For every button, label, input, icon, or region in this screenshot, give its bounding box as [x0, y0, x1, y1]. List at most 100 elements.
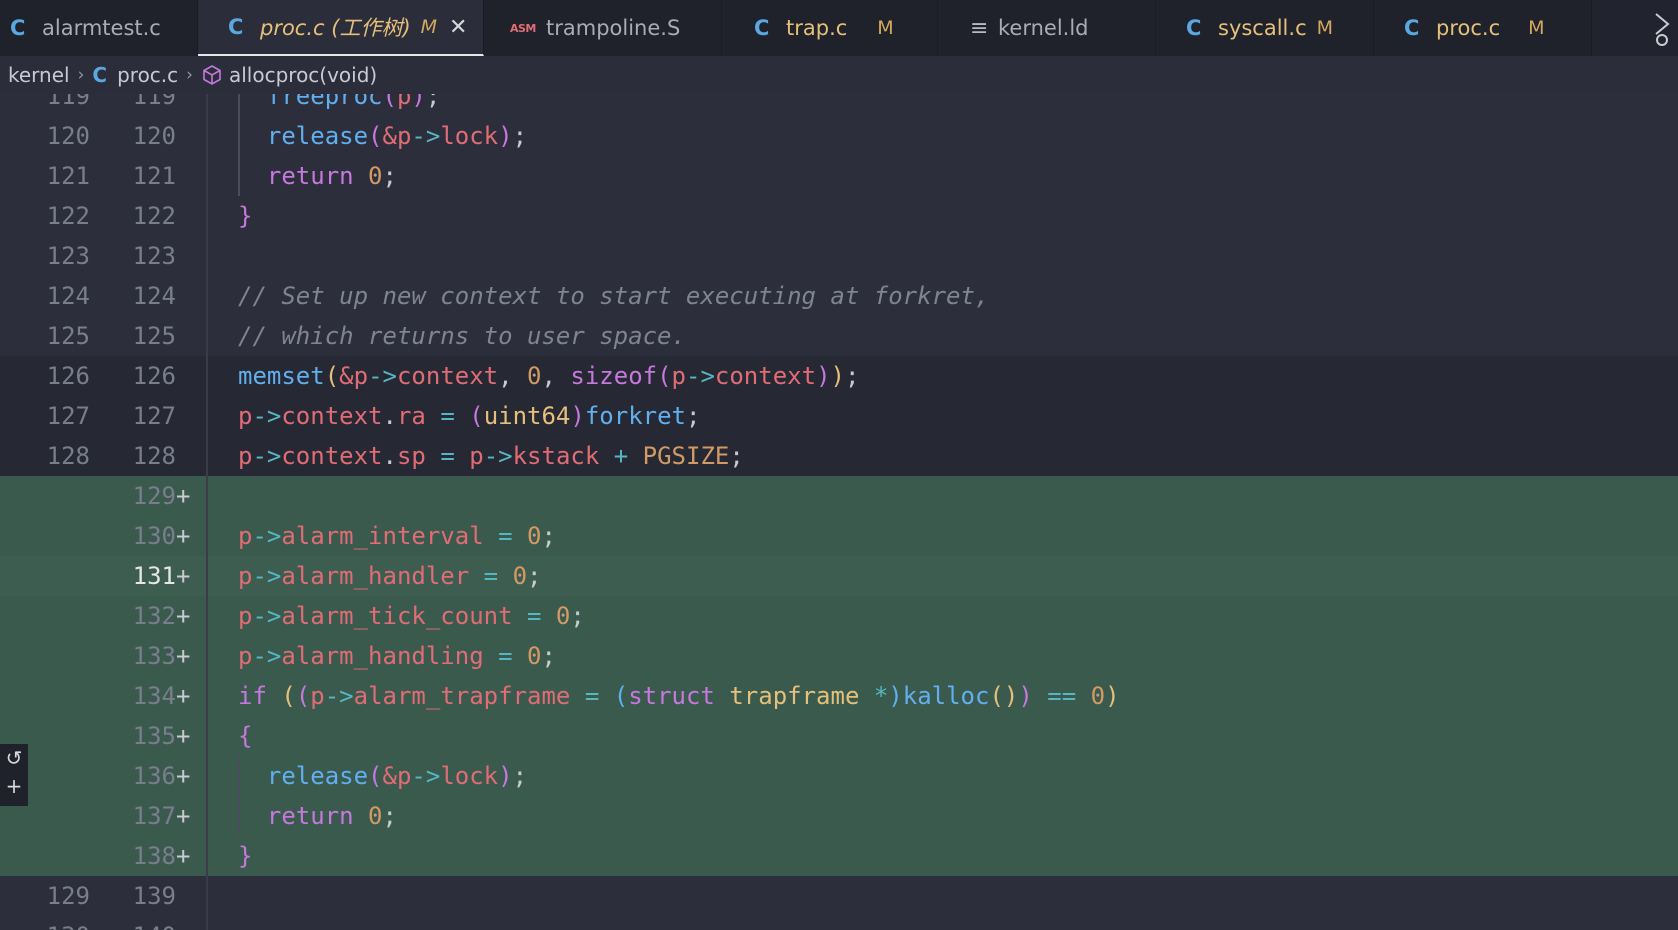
- old-line-number: 125: [46, 322, 90, 350]
- new-line-number: 131: [132, 562, 176, 590]
- old-line-number: 127: [46, 402, 90, 430]
- code-text: p->alarm_handling = 0;: [238, 642, 556, 670]
- breadcrumb-file[interactable]: proc.c: [117, 63, 178, 87]
- code-line[interactable]: 128 128 p->context.sp = p->kstack + PGSI…: [0, 436, 1678, 476]
- revert-hunk-control[interactable]: ↺ +: [0, 744, 28, 806]
- modified-marker: M: [1316, 17, 1334, 39]
- code-text: p->alarm_handler = 0;: [238, 562, 542, 590]
- added-line[interactable]: 130 + p->alarm_interval = 0;: [0, 516, 1678, 556]
- code-line[interactable]: 127 127 p->context.ra = (uint64)forkret;: [0, 396, 1678, 436]
- code-line[interactable]: 119 119 freeproc(p);: [0, 94, 1678, 116]
- asm-file-icon: ASM: [510, 21, 536, 35]
- new-line-number: 136: [132, 762, 176, 790]
- added-line[interactable]: 129 +: [0, 476, 1678, 516]
- tab-label: proc.c: [1436, 16, 1501, 40]
- new-line-number: 125: [132, 322, 176, 350]
- tab-alarmtest[interactable]: C alarmtest.c: [0, 0, 198, 56]
- code-text: }: [238, 842, 253, 870]
- new-line-number: 135: [132, 722, 176, 750]
- code-line[interactable]: 122 122 }: [0, 196, 1678, 236]
- added-marker: +: [176, 642, 191, 670]
- added-marker: +: [176, 842, 191, 870]
- added-line[interactable]: 134 + if ((p->alarm_trapframe = (struct …: [0, 676, 1678, 716]
- tab-label: kernel.ld: [998, 16, 1089, 40]
- code-text: release(&p->lock);: [238, 762, 528, 790]
- old-line-number: 123: [46, 242, 90, 270]
- c-file-icon: C: [92, 63, 108, 87]
- diff-editor[interactable]: 119 119 freeproc(p); 120 120 release(&p-…: [0, 94, 1678, 930]
- code-line[interactable]: 125 125 // which returns to user space.: [0, 316, 1678, 356]
- new-line-number: 128: [132, 442, 176, 470]
- old-line-number: 119: [46, 94, 90, 110]
- code-text: p->alarm_interval = 0;: [238, 522, 556, 550]
- chevron-right-icon: ›: [77, 65, 85, 85]
- old-line-number: 129: [46, 882, 90, 910]
- added-line[interactable]: 135 + {: [0, 716, 1678, 756]
- code-text: freeproc(p);: [238, 94, 441, 110]
- old-line-number: [20, 796, 90, 836]
- tab-proc-worktree[interactable]: C proc.c (工作树) M ✕: [198, 0, 484, 56]
- old-line-number: 128: [46, 442, 90, 470]
- tab-label: proc.c (工作树): [260, 16, 411, 40]
- new-line-number: 126: [132, 362, 176, 390]
- new-line-number: 123: [132, 242, 176, 270]
- code-line[interactable]: 126 126 memset(&p->context, 0, sizeof(p-…: [0, 356, 1678, 396]
- code-line[interactable]: 130 140 ...: [0, 916, 1678, 930]
- modified-marker: M: [420, 16, 438, 38]
- indent-guide: [238, 756, 240, 836]
- added-marker: +: [176, 482, 191, 510]
- tab-syscall[interactable]: C syscall.c M: [1156, 0, 1374, 56]
- new-line-number: 120: [132, 122, 176, 150]
- added-line[interactable]: 133 + p->alarm_handling = 0;: [0, 636, 1678, 676]
- code-text: memset(&p->context, 0, sizeof(p->context…: [238, 362, 860, 390]
- chevron-right-icon: ›: [186, 65, 193, 85]
- tab-trap[interactable]: C trap.c M: [722, 0, 938, 56]
- old-line-number: [20, 556, 90, 596]
- added-line[interactable]: 132 + p->alarm_tick_count = 0;: [0, 596, 1678, 636]
- code-line[interactable]: 121 121 return 0;: [0, 156, 1678, 196]
- added-line-current[interactable]: 131 + p->alarm_handler = 0;: [0, 556, 1678, 596]
- code-text: }: [238, 202, 253, 230]
- split-editor-icon[interactable]: [1648, 0, 1678, 56]
- code-text: return 0;: [238, 802, 397, 830]
- breadcrumb: kernel › C proc.c › allocproc(void): [0, 56, 1678, 94]
- breadcrumb-folder[interactable]: kernel: [8, 63, 70, 87]
- added-line[interactable]: 136 + release(&p->lock);: [0, 756, 1678, 796]
- indent-guide: [238, 94, 240, 196]
- c-file-icon: C: [10, 16, 26, 40]
- code-line[interactable]: 124 124 // Set up new context to start e…: [0, 276, 1678, 316]
- old-line-number: [20, 516, 90, 556]
- new-line-number: 130: [132, 522, 176, 550]
- added-line[interactable]: 138 + }: [0, 836, 1678, 876]
- code-line[interactable]: 129 139: [0, 876, 1678, 916]
- added-marker: +: [176, 682, 191, 710]
- code-text: release(&p->lock);: [238, 122, 528, 150]
- old-line-number: 121: [46, 162, 90, 190]
- text-file-icon: ≡: [970, 15, 989, 41]
- old-line-number: 130: [20, 916, 90, 930]
- tab-proc[interactable]: C proc.c M: [1374, 0, 1592, 56]
- new-line-number: 122: [132, 202, 176, 230]
- tab-bar: C alarmtest.c C proc.c (工作树) M ✕ ASM tra…: [0, 0, 1678, 56]
- close-icon[interactable]: ✕: [449, 15, 467, 40]
- tab-trampoline[interactable]: ASM trampoline.S: [484, 0, 722, 56]
- added-line[interactable]: 137 + return 0;: [0, 796, 1678, 836]
- added-marker: +: [176, 762, 191, 790]
- gutter-divider: [206, 94, 208, 930]
- added-marker: +: [176, 722, 191, 750]
- code-line[interactable]: 123 123: [0, 236, 1678, 276]
- undo-icon[interactable]: ↺: [0, 744, 28, 772]
- new-line-number: 127: [132, 402, 176, 430]
- tab-label: trap.c: [786, 16, 848, 40]
- new-line-number: 129: [132, 482, 176, 510]
- add-icon[interactable]: +: [0, 772, 28, 800]
- breadcrumb-symbol[interactable]: allocproc(void): [229, 63, 377, 87]
- new-line-number: 132: [132, 602, 176, 630]
- tab-label: trampoline.S: [546, 16, 681, 40]
- c-file-icon: C: [1404, 16, 1420, 40]
- tab-kernel-ld[interactable]: ≡ kernel.ld: [938, 0, 1156, 56]
- code-line[interactable]: 120 120 release(&p->lock);: [0, 116, 1678, 156]
- old-line-number: 124: [46, 282, 90, 310]
- code-text: if ((p->alarm_trapframe = (struct trapfr…: [238, 682, 1120, 710]
- old-line-number: [20, 636, 90, 676]
